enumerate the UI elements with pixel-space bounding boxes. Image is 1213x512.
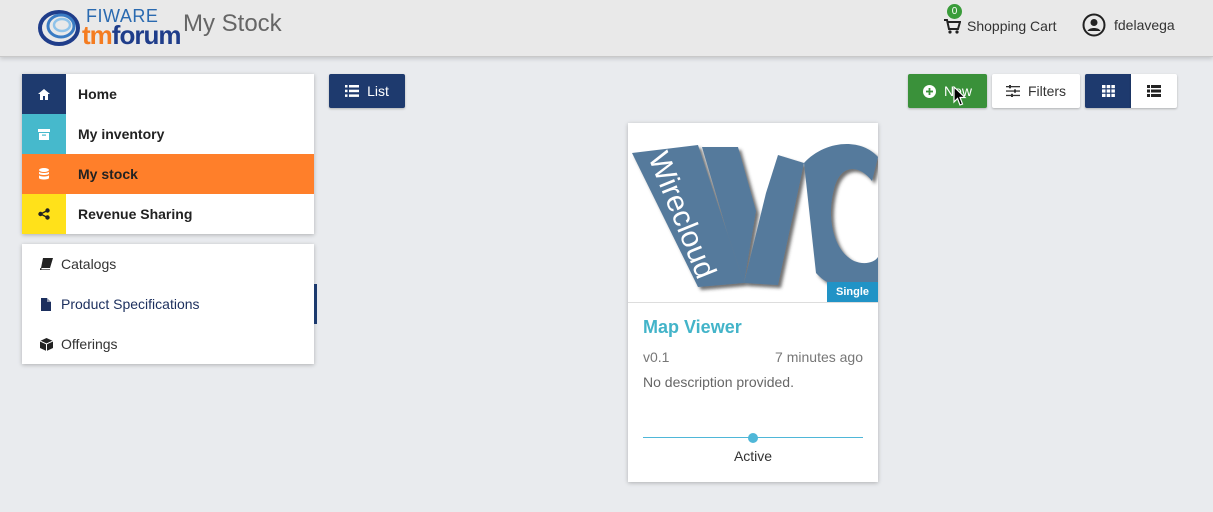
main-menu: Home My inventory My stock Revenue Shari… [22, 74, 314, 234]
list-icon [345, 85, 360, 97]
cart-label: Shopping Cart [967, 18, 1057, 34]
list-view-icon [1147, 85, 1161, 97]
plus-circle-icon [922, 84, 936, 98]
wirecloud-logo: Wirecloud [632, 144, 878, 289]
menu-item-label: My inventory [78, 126, 165, 142]
product-status: Active [733, 448, 773, 464]
menu-item-label: Offerings [61, 336, 118, 352]
filters-button-label: Filters [1027, 83, 1067, 99]
book-icon [39, 257, 53, 271]
list-view-button[interactable] [1131, 74, 1177, 108]
sliders-icon [1005, 85, 1020, 97]
menu-item-offerings[interactable]: Offerings [22, 324, 314, 364]
list-button-label: List [367, 83, 389, 99]
user-avatar-icon [1082, 13, 1106, 37]
shopping-cart-link[interactable]: 0 Shopping Cart [944, 4, 1057, 38]
cart-count-badge: 0 [947, 4, 962, 19]
fiware-tmforum-logo[interactable]: FIWARE tmforum [38, 6, 181, 50]
product-image[interactable]: Wirecloud [628, 123, 878, 303]
product-version: v0.1 [643, 349, 670, 365]
menu-item-home[interactable]: Home [22, 74, 314, 114]
product-card[interactable]: Wirecloud Single Map Viewer v0.1 7 minut… [628, 123, 878, 482]
menu-item-label: My stock [78, 166, 138, 182]
share-icon [22, 194, 66, 234]
grid-icon [1101, 85, 1115, 97]
new-button[interactable]: New [908, 74, 987, 108]
file-icon [39, 297, 53, 311]
menu-item-label: Revenue Sharing [78, 206, 193, 222]
product-type-badge: Single [826, 282, 878, 302]
cube-icon [39, 337, 53, 351]
menu-item-product-specifications[interactable]: Product Specifications [22, 284, 317, 324]
page-title: My Stock [183, 10, 282, 37]
home-icon [22, 74, 66, 114]
menu-item-label: Catalogs [61, 256, 117, 272]
product-title[interactable]: Map Viewer [643, 317, 742, 338]
logo-forum-part: forum [111, 20, 182, 50]
list-button[interactable]: List [329, 74, 405, 108]
product-description: No description provided. [643, 374, 794, 390]
logo-tmforum-text: tmforum [82, 20, 182, 51]
menu-item-label: Home [78, 86, 117, 102]
archive-icon [22, 114, 66, 154]
database-icon [22, 154, 66, 194]
product-updated-time: 7 minutes ago [775, 349, 863, 365]
mouse-cursor-icon [953, 86, 967, 106]
lifecycle-status-dot [748, 433, 758, 443]
menu-item-revenue-sharing[interactable]: Revenue Sharing [22, 194, 314, 234]
cart-icon [944, 18, 961, 34]
user-menu[interactable]: fdelavega [1082, 13, 1175, 37]
menu-item-catalogs[interactable]: Catalogs [22, 244, 314, 284]
username: fdelavega [1114, 17, 1175, 33]
logo-tm-part: tm [82, 20, 113, 50]
sub-menu: Catalogs Product Specifications Offering… [22, 244, 317, 364]
top-header: FIWARE tmforum My Stock 0 Shopping Cart … [0, 0, 1213, 57]
menu-item-my-inventory[interactable]: My inventory [22, 114, 314, 154]
grid-view-button[interactable] [1085, 74, 1131, 108]
swirl-logo-icon [38, 10, 80, 46]
menu-item-label: Product Specifications [61, 296, 200, 312]
menu-item-my-stock[interactable]: My stock [22, 154, 314, 194]
filters-button[interactable]: Filters [992, 74, 1080, 108]
